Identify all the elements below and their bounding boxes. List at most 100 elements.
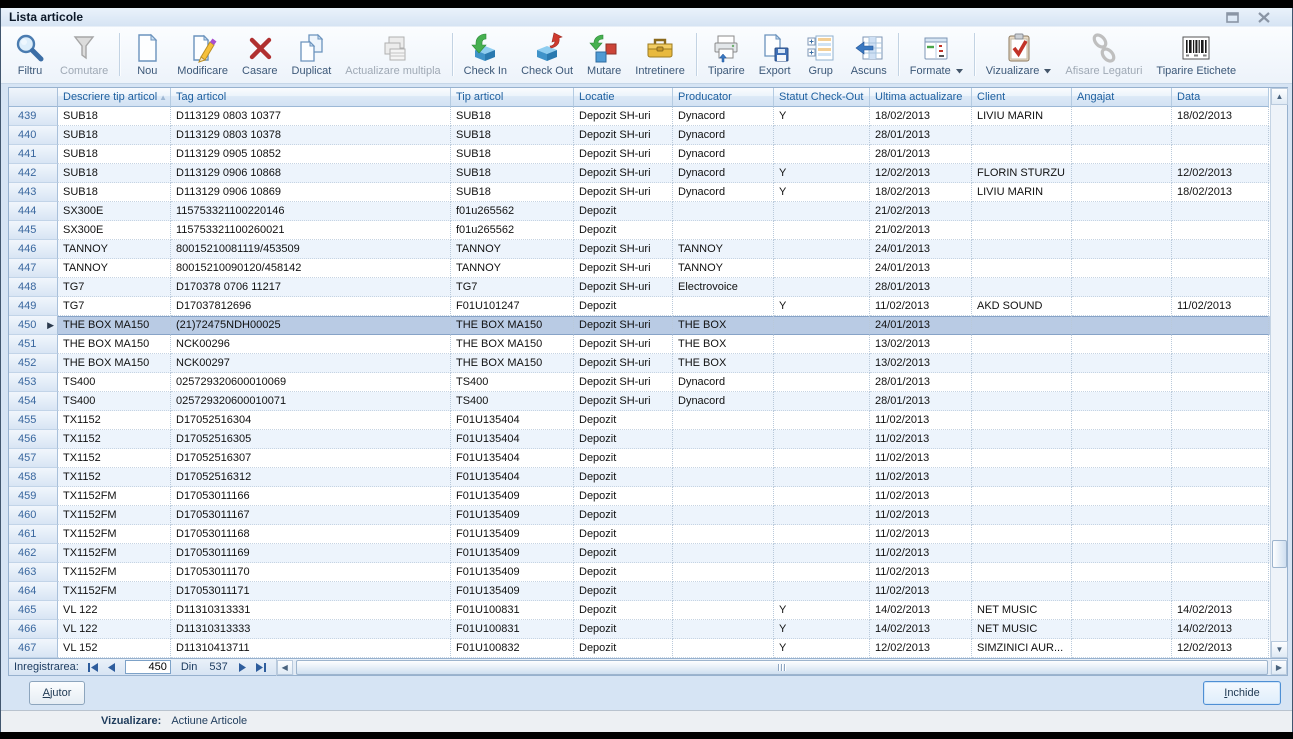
cell[interactable] [774, 582, 870, 601]
cell[interactable]: Depozit SH-uri [574, 335, 673, 354]
row-number[interactable]: 467 [9, 639, 58, 658]
cell[interactable]: Dynacord [673, 126, 774, 145]
cell[interactable]: Depozit [574, 468, 673, 487]
column-header-locatie[interactable]: Locatie [574, 88, 673, 107]
row-number[interactable]: 457 [9, 449, 58, 468]
cell[interactable]: Depozit [574, 430, 673, 449]
cell[interactable]: 12/02/2013 [870, 164, 972, 183]
cell[interactable] [972, 259, 1072, 278]
cell[interactable]: Depozit [574, 582, 673, 601]
cell[interactable] [1172, 145, 1269, 164]
cell[interactable]: 12/02/2013 [1172, 164, 1269, 183]
toolbar-button-filtru[interactable]: Filtru [7, 28, 53, 81]
cell[interactable] [1172, 582, 1269, 601]
column-header-ultima-actualizare[interactable]: Ultima actualizare [870, 88, 972, 107]
cell[interactable]: Depozit SH-uri [574, 278, 673, 297]
cell[interactable]: Dynacord [673, 392, 774, 411]
cell[interactable]: F01U135409 [451, 582, 574, 601]
cell[interactable]: SUB18 [58, 107, 171, 126]
cell[interactable] [1072, 506, 1172, 525]
cell[interactable]: 11/02/2013 [870, 563, 972, 582]
cell[interactable] [673, 221, 774, 240]
cell[interactable]: THE BOX [673, 316, 774, 335]
toolbar-button-nou[interactable]: Nou [124, 28, 170, 81]
cell[interactable]: 24/01/2013 [870, 259, 972, 278]
cell[interactable]: 28/01/2013 [870, 373, 972, 392]
cell[interactable]: 24/01/2013 [870, 240, 972, 259]
cell[interactable]: Y [774, 183, 870, 202]
cell[interactable] [1172, 392, 1269, 411]
cell[interactable] [972, 563, 1072, 582]
cell[interactable]: 11/02/2013 [870, 430, 972, 449]
column-header-client[interactable]: Client [972, 88, 1072, 107]
cell[interactable]: NCK00297 [171, 354, 451, 373]
cell[interactable]: Y [774, 620, 870, 639]
cell[interactable]: D17053011166 [171, 487, 451, 506]
row-number[interactable]: 441 [9, 145, 58, 164]
cell[interactable]: 12/02/2013 [870, 639, 972, 658]
cell[interactable]: 12/02/2013 [1172, 639, 1269, 658]
cell[interactable] [1072, 145, 1172, 164]
row-number[interactable]: 464 [9, 582, 58, 601]
cell[interactable]: TANNOY [451, 240, 574, 259]
restore-window-icon[interactable] [1224, 11, 1240, 24]
cell[interactable]: SUB18 [451, 145, 574, 164]
scroll-left-icon[interactable]: ◀ [277, 660, 293, 675]
cell[interactable] [774, 506, 870, 525]
column-header-producator[interactable]: Producator [673, 88, 774, 107]
cell[interactable] [774, 411, 870, 430]
row-number[interactable]: 442 [9, 164, 58, 183]
row-number[interactable]: 459 [9, 487, 58, 506]
cell[interactable]: D17052516307 [171, 449, 451, 468]
cell[interactable]: F01U100831 [451, 620, 574, 639]
cell[interactable] [673, 639, 774, 658]
cell[interactable]: 21/02/2013 [870, 221, 972, 240]
table-row[interactable]: 456TX1152D17052516305F01U135404Depozit11… [9, 430, 1270, 449]
cell[interactable]: TANNOY [673, 240, 774, 259]
cell[interactable]: SUB18 [451, 164, 574, 183]
record-number-input[interactable] [125, 660, 171, 674]
cell[interactable]: D113129 0906 10868 [171, 164, 451, 183]
row-number[interactable]: 454 [9, 392, 58, 411]
cell[interactable]: SX300E [58, 202, 171, 221]
cell[interactable]: 13/02/2013 [870, 354, 972, 373]
cell[interactable]: SUB18 [451, 107, 574, 126]
cell[interactable]: D17053011170 [171, 563, 451, 582]
cell[interactable] [774, 240, 870, 259]
cell[interactable] [673, 411, 774, 430]
cell[interactable]: Depozit [574, 563, 673, 582]
cell[interactable] [972, 392, 1072, 411]
cell[interactable] [774, 126, 870, 145]
cell[interactable]: SUB18 [58, 183, 171, 202]
cell[interactable]: Depozit SH-uri [574, 107, 673, 126]
cell[interactable]: LIVIU MARIN [972, 183, 1072, 202]
cell[interactable]: THE BOX MA150 [451, 316, 574, 335]
cell[interactable]: 28/01/2013 [870, 278, 972, 297]
table-row[interactable]: 466VL 122D11310313333F01U100831DepozitY1… [9, 620, 1270, 639]
scroll-up-icon[interactable]: ▲ [1271, 88, 1288, 105]
cell[interactable]: D17052516312 [171, 468, 451, 487]
cell[interactable] [1172, 259, 1269, 278]
cell[interactable]: TX1152FM [58, 544, 171, 563]
cell[interactable] [774, 487, 870, 506]
row-number[interactable]: 463 [9, 563, 58, 582]
cell[interactable]: 21/02/2013 [870, 202, 972, 221]
toolbar-button-intretinere[interactable]: Intretinere [628, 28, 692, 81]
cell[interactable]: (21)72475NDH00025 [171, 316, 451, 335]
cell[interactable]: D17053011171 [171, 582, 451, 601]
column-header-tip-articol[interactable]: Tip articol [451, 88, 574, 107]
cell[interactable] [1172, 373, 1269, 392]
toolbar-button-afisare-legaturi[interactable]: Afisare Legaturi [1058, 28, 1149, 81]
cell[interactable] [673, 601, 774, 620]
cell[interactable]: 14/02/2013 [870, 620, 972, 639]
cell[interactable] [673, 620, 774, 639]
cell[interactable]: VL 152 [58, 639, 171, 658]
cell[interactable] [1072, 620, 1172, 639]
cell[interactable] [1072, 563, 1172, 582]
cell[interactable]: TX1152FM [58, 506, 171, 525]
cell[interactable] [774, 316, 870, 335]
cell[interactable]: Dynacord [673, 164, 774, 183]
cell[interactable]: TX1152FM [58, 582, 171, 601]
cell[interactable]: 13/02/2013 [870, 335, 972, 354]
cell[interactable] [1172, 126, 1269, 145]
